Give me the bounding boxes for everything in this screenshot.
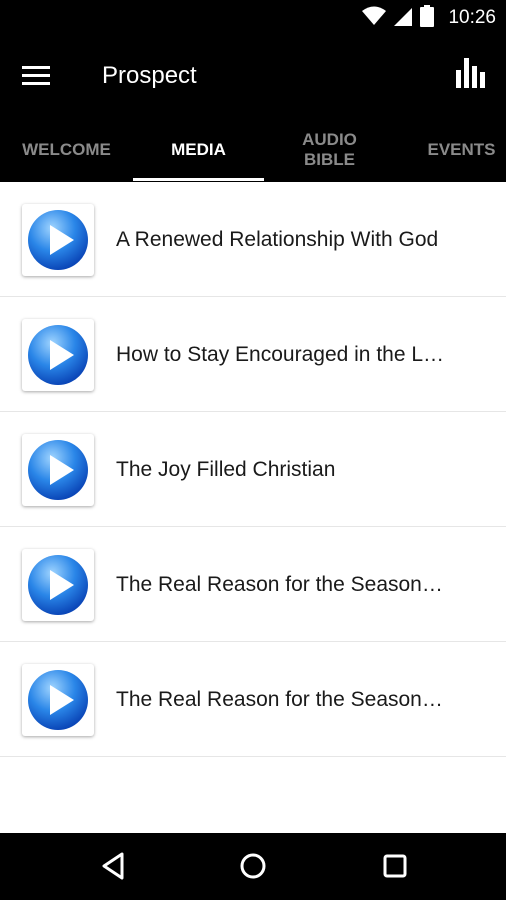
play-icon (22, 664, 94, 736)
play-icon (22, 434, 94, 506)
app-title: Prospect (102, 62, 197, 89)
media-list: A Renewed Relationship With God How to S… (0, 182, 506, 757)
recents-icon[interactable] (380, 851, 410, 881)
signal-icon (394, 6, 413, 31)
hamburger-menu-icon[interactable] (22, 62, 56, 92)
wifi-icon (362, 6, 387, 31)
media-item-title: How to Stay Encouraged in the L… (116, 342, 445, 366)
status-time: 10:26 (448, 7, 496, 28)
active-tab-indicator (133, 178, 264, 181)
tab-welcome[interactable]: WELCOME (0, 118, 133, 182)
media-item-title: A Renewed Relationship With God (116, 227, 439, 251)
media-item-title: The Real Reason for the Season… (116, 572, 443, 596)
play-icon (22, 319, 94, 391)
media-list-item[interactable]: The Real Reason for the Season… (0, 527, 506, 642)
status-bar: 10:26 (0, 0, 506, 36)
tab-media[interactable]: MEDIA (133, 118, 264, 182)
play-icon (22, 549, 94, 621)
media-list-item[interactable]: The Joy Filled Christian (0, 412, 506, 527)
media-list-item[interactable]: How to Stay Encouraged in the L… (0, 297, 506, 412)
tab-events[interactable]: EVENTS (395, 118, 506, 182)
media-item-title: The Real Reason for the Season… (116, 687, 443, 711)
tab-bar: WELCOME MEDIA AUDIO BIBLE EVENTS (0, 118, 506, 182)
home-icon[interactable] (238, 851, 268, 881)
battery-icon (420, 4, 435, 32)
media-list-item[interactable]: The Real Reason for the Season… (0, 642, 506, 757)
media-item-title: The Joy Filled Christian (116, 457, 336, 481)
bar-chart-icon[interactable] (456, 56, 488, 92)
app-bar: Prospect (0, 36, 506, 118)
play-icon (22, 204, 94, 276)
media-list-item[interactable]: A Renewed Relationship With God (0, 182, 506, 297)
back-icon[interactable] (98, 851, 128, 881)
status-icons: 10:26 (362, 4, 496, 32)
tab-audio-bible[interactable]: AUDIO BIBLE (264, 118, 395, 182)
system-nav-bar (0, 833, 506, 900)
